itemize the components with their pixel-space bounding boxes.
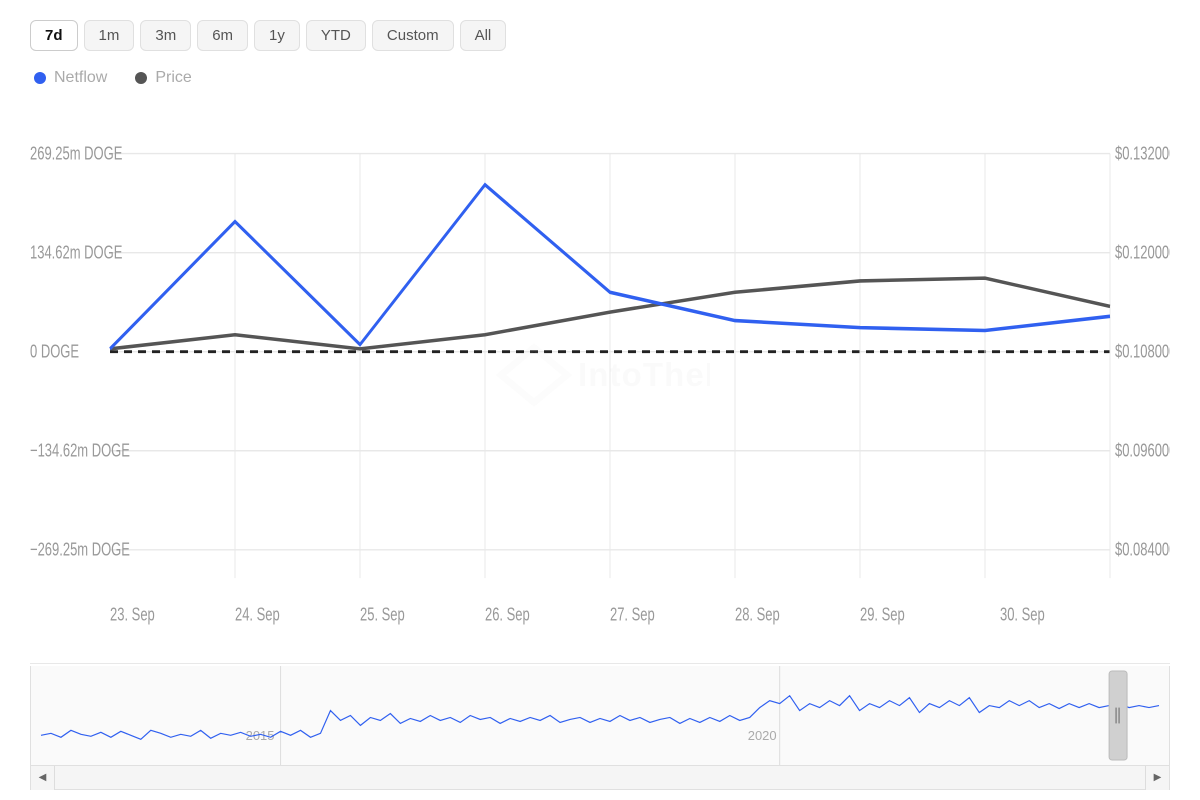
time-btn-3m[interactable]: 3m — [140, 20, 191, 51]
time-btn-ytd[interactable]: YTD — [306, 20, 366, 51]
svg-text:23. Sep: 23. Sep — [110, 606, 155, 626]
price-legend-label: Price — [155, 69, 191, 87]
svg-text:$0.084000: $0.084000 — [1115, 540, 1170, 560]
mini-chart-container: 2015 2020 — [30, 666, 1170, 766]
price-legend-dot — [135, 72, 147, 84]
svg-text:27. Sep: 27. Sep — [610, 606, 655, 626]
main-chart-svg: 269.25m DOGE 134.62m DOGE 0 DOGE −134.62… — [30, 97, 1170, 663]
svg-text:0 DOGE: 0 DOGE — [30, 342, 79, 362]
scroll-track[interactable] — [55, 766, 1145, 789]
chart-wrapper: IntoTheBlock 269.25m DOGE 134.62m DOGE 0… — [30, 97, 1170, 790]
svg-text:$0.096000: $0.096000 — [1115, 441, 1170, 461]
svg-text:134.62m DOGE: 134.62m DOGE — [30, 243, 122, 263]
svg-text:26. Sep: 26. Sep — [485, 606, 530, 626]
svg-text:28. Sep: 28. Sep — [735, 606, 780, 626]
time-btn-1y[interactable]: 1y — [254, 20, 300, 51]
svg-text:30. Sep: 30. Sep — [1000, 606, 1045, 626]
svg-text:−134.62m DOGE: −134.62m DOGE — [30, 441, 130, 461]
mini-chart-svg: 2015 2020 — [31, 666, 1169, 765]
price-legend-item: Price — [135, 69, 191, 87]
time-btn-1m[interactable]: 1m — [84, 20, 135, 51]
svg-text:29. Sep: 29. Sep — [860, 606, 905, 626]
svg-text:25. Sep: 25. Sep — [360, 606, 405, 626]
main-chart: IntoTheBlock 269.25m DOGE 134.62m DOGE 0… — [30, 97, 1170, 664]
svg-text:$0.120000: $0.120000 — [1115, 243, 1170, 263]
time-btn-7d[interactable]: 7d — [30, 20, 78, 51]
svg-text:$0.132000: $0.132000 — [1115, 144, 1170, 164]
main-container: 7d1m3m6m1yYTDCustomAll Netflow Price Int… — [0, 0, 1200, 800]
svg-text:$0.108000: $0.108000 — [1115, 342, 1170, 362]
netflow-legend-dot — [34, 72, 46, 84]
svg-text:2020: 2020 — [748, 728, 777, 743]
time-btn-6m[interactable]: 6m — [197, 20, 248, 51]
legend: Netflow Price — [34, 69, 1170, 87]
scrollbar-row: ◀ ▶ — [30, 766, 1170, 790]
time-btn-custom[interactable]: Custom — [372, 20, 454, 51]
svg-text:269.25m DOGE: 269.25m DOGE — [30, 144, 122, 164]
scroll-left-button[interactable]: ◀ — [31, 766, 55, 790]
svg-text:−269.25m DOGE: −269.25m DOGE — [30, 540, 130, 560]
netflow-legend-label: Netflow — [54, 69, 107, 87]
svg-text:24. Sep: 24. Sep — [235, 606, 280, 626]
time-btn-all[interactable]: All — [460, 20, 507, 51]
time-controls: 7d1m3m6m1yYTDCustomAll — [30, 20, 1170, 51]
scroll-right-button[interactable]: ▶ — [1145, 766, 1169, 790]
netflow-legend-item: Netflow — [34, 69, 107, 87]
